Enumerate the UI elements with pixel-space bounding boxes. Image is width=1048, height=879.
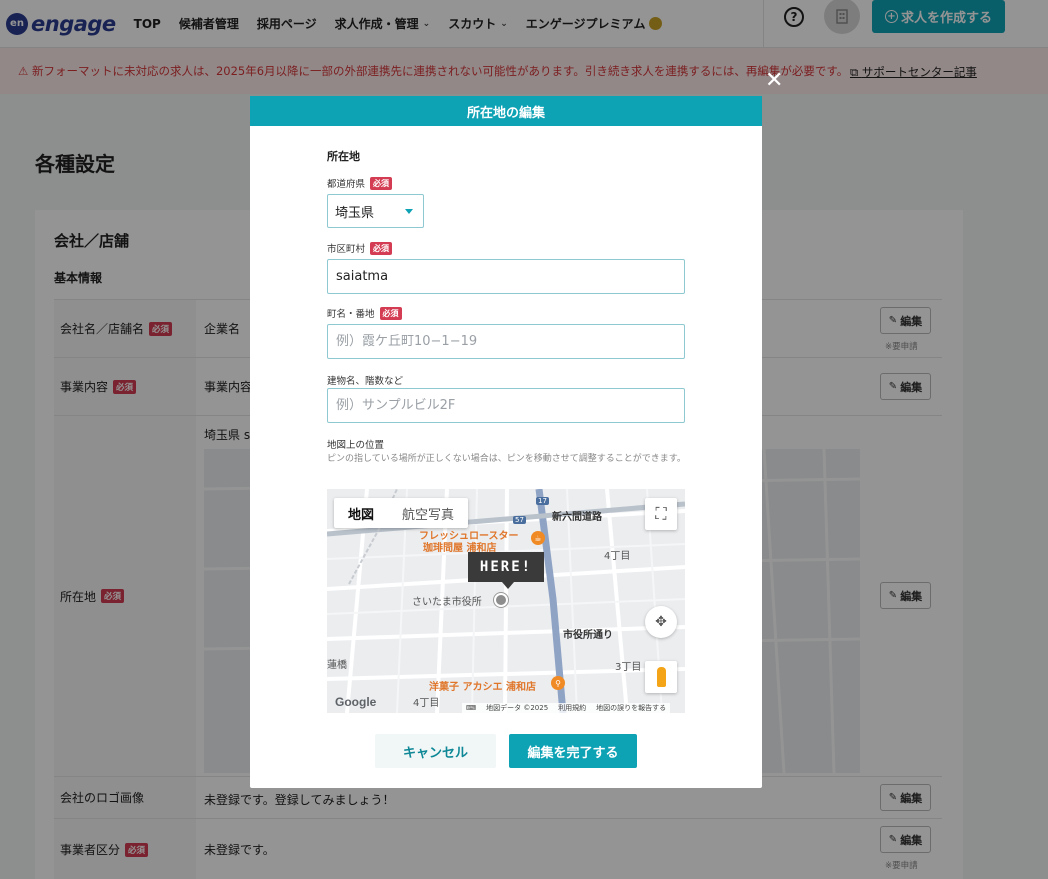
street-label: 町名・番地 必須 — [327, 306, 402, 320]
map-footer: ⌨ 地図データ ©2025 利用規約 地図の誤りを報告する — [462, 703, 671, 713]
city-label: 市区町村 必須 — [327, 241, 393, 255]
street-input[interactable] — [327, 324, 685, 359]
map-label-avenue: 市役所通り — [563, 630, 613, 641]
pan-control-icon[interactable]: ✥ — [645, 606, 677, 638]
close-icon[interactable]: ✕ — [765, 70, 783, 92]
map-label-city-hall: さいたま市役所 — [412, 597, 482, 608]
building-input[interactable] — [327, 388, 685, 423]
map-hint: ピンの指している場所が正しくない場合は、ピンを移動させて調整することができます。 — [327, 454, 686, 464]
street-label-text: 町名・番地 — [327, 309, 375, 320]
submit-button[interactable]: 編集を完了する — [509, 734, 637, 768]
modal-title: 所在地の編集 — [250, 96, 762, 126]
prefecture-value: 埼玉県 — [335, 205, 375, 221]
map-label-bridge: 蓮橋 — [327, 660, 347, 671]
city-input[interactable] — [327, 259, 685, 294]
street-view-pegman-icon[interactable] — [645, 661, 677, 693]
report-error-link[interactable]: 地図の誤りを報告する — [596, 703, 666, 713]
terms-link[interactable]: 利用規約 — [558, 703, 586, 713]
location-dot — [494, 593, 508, 607]
building-label-text: 建物名、階数など — [327, 376, 404, 387]
building-label: 建物名、階数など — [327, 373, 403, 387]
map-position-label: 地図上の位置 — [327, 437, 384, 451]
map-data-credit: 地図データ ©2025 — [486, 704, 549, 712]
pegman-figure — [656, 667, 666, 687]
cafe-icon: ☕ — [531, 531, 545, 545]
map-label-sweets: 洋菓子 アカシエ 浦和店 — [429, 682, 536, 693]
location-map[interactable]: 17 57 新六間道路 フレッシュロースター 珈琲問屋 浦和店 ☕ 4丁目 さい… — [327, 489, 685, 713]
required-badge: 必須 — [370, 176, 393, 190]
map-label-street: 新六間道路 — [552, 512, 602, 523]
required-badge: 必須 — [370, 241, 393, 255]
fullscreen-icon[interactable]: ⛶ — [645, 498, 677, 530]
google-logo: Google — [335, 695, 377, 709]
address-section-label: 所在地 — [327, 150, 360, 163]
route-57-shield: 57 — [513, 516, 526, 524]
map-label-block: 4丁目 — [604, 551, 631, 562]
here-pin-marker[interactable]: HERE! — [468, 552, 544, 589]
restaurant-icon: ⚲ — [551, 676, 565, 690]
keyboard-icon[interactable]: ⌨ — [466, 704, 476, 712]
caret-down-icon — [405, 209, 413, 214]
tab-map[interactable]: 地図 — [334, 498, 388, 528]
map-position-label-text: 地図上の位置 — [327, 440, 385, 451]
map-label-block: 3丁目 — [615, 662, 642, 673]
tab-satellite[interactable]: 航空写真 — [388, 498, 468, 528]
map-type-tabs: 地図 航空写真 — [334, 498, 469, 528]
prefecture-select[interactable]: 埼玉県 — [327, 194, 424, 228]
map-label-block: 4丁目 — [413, 698, 440, 709]
cancel-button[interactable]: キャンセル — [375, 734, 496, 768]
city-label-text: 市区町村 — [327, 244, 366, 255]
prefecture-label-text: 都道府県 — [327, 179, 366, 190]
prefecture-label: 都道府県 必須 — [327, 176, 393, 190]
route-17-shield: 17 — [536, 497, 549, 505]
required-badge: 必須 — [379, 306, 402, 320]
address-edit-modal: 所在地の編集 所在地 都道府県必須 埼玉県 市区町村必須 町名・番地必須 建物名… — [250, 96, 762, 788]
